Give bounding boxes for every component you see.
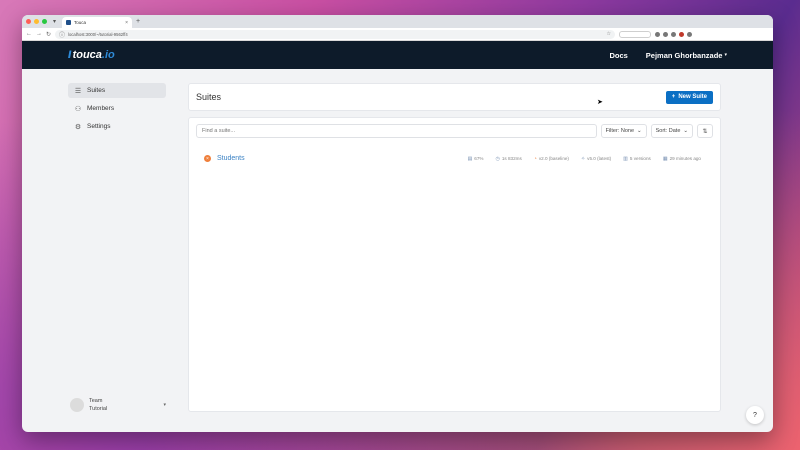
baseline-meta: ◔ v2.0 (baseline)	[533, 155, 569, 162]
sort-order-button[interactable]: ⇅	[697, 124, 713, 138]
latest-meta: ✧ v5.0 (latest)	[580, 155, 612, 162]
mouse-cursor-icon: ➤	[597, 99, 603, 106]
reload-icon[interactable]: ↻	[46, 31, 51, 38]
document-icon: ▤	[467, 155, 473, 162]
baseline-icon: ◔	[533, 155, 537, 162]
page-title: Suites	[196, 92, 222, 102]
filter-row: Filter: None ⌄ Sort: Date ⌄ ⇅	[196, 124, 713, 138]
search-input[interactable]	[196, 124, 597, 138]
menu-icon[interactable]	[687, 31, 693, 37]
chevron-down-icon: ▾	[724, 52, 727, 58]
close-window-button[interactable]	[26, 19, 31, 24]
suites-header: Suites + New Suite	[188, 83, 721, 111]
plus-icon: +	[671, 94, 676, 100]
header-nav: Docs Pejman Ghorbanzade ▾	[609, 51, 727, 60]
sidebar-item-label: Settings	[87, 123, 111, 130]
sidebar-item-settings[interactable]: ⚙ Settings	[68, 119, 166, 134]
suite-list-card: Filter: None ⌄ Sort: Date ⌄ ⇅ × Students	[188, 117, 721, 412]
suite-meta: ▤ 67% ◷ 1s 832ms ◔ v2.0 (baseline) ✧ v5.0 (l…	[468, 156, 713, 162]
address-bar: ← → ↻ ⓘ localhost:3000/~/tutorial-9562ff…	[22, 28, 773, 41]
tab-strip: ▾ Touca × +	[22, 15, 773, 28]
team-switcher[interactable]: Team Tutorial ▾	[70, 397, 166, 413]
new-tab-button[interactable]: +	[136, 18, 140, 25]
sidebar-item-suites[interactable]: ☰ Suites	[68, 83, 166, 98]
app-header: // touca.io Docs Pejman Ghorbanzade ▾	[22, 41, 773, 69]
list-icon: ☰	[74, 87, 82, 95]
browser-tab[interactable]: Touca ×	[62, 17, 133, 28]
window-controls	[26, 19, 47, 24]
sort-dropdown[interactable]: Sort: Date ⌄	[650, 124, 693, 138]
suite-name-link[interactable]: Students	[217, 155, 245, 162]
docs-link[interactable]: Docs	[609, 51, 627, 60]
list-item[interactable]: × Students ▤ 67% ◷ 1s 832ms ◔ v2.0 (baselin…	[196, 155, 713, 162]
sort-label: Sort: Date	[655, 128, 681, 134]
clock-icon: ◷	[495, 155, 500, 162]
chevron-down-icon: ▾	[163, 402, 166, 408]
extension-icon[interactable]	[679, 31, 685, 37]
filter-label: Filter: None	[605, 128, 635, 134]
team-avatar	[70, 398, 84, 412]
versions-icon: ▥	[623, 155, 628, 162]
logo-mark-icon: //	[68, 49, 71, 61]
versions-meta: ▥ 5 versions	[623, 155, 651, 162]
maximize-window-button[interactable]	[42, 19, 47, 24]
back-icon[interactable]: ←	[26, 31, 32, 37]
team-label: Team	[89, 398, 103, 404]
failure-status-icon: ×	[204, 155, 211, 162]
new-suite-label: New Suite	[678, 94, 707, 100]
sidebar-item-label: Suites	[87, 87, 106, 94]
extension-icon[interactable]	[655, 31, 661, 37]
site-info-icon[interactable]: ⓘ	[59, 30, 65, 39]
team-name: Tutorial	[89, 406, 108, 412]
tab-group-icon[interactable]: ▾	[53, 18, 56, 25]
extension-icon[interactable]	[671, 31, 677, 37]
user-name: Pejman Ghorbanzade	[645, 50, 723, 60]
minimize-window-button[interactable]	[34, 19, 39, 24]
url-text: localhost:3000/~/tutorial-9562ff4	[68, 31, 128, 37]
sidebar-item-label: Members	[87, 105, 115, 112]
favicon-icon	[66, 20, 72, 25]
tab-close-icon[interactable]: ×	[125, 20, 128, 26]
forward-icon[interactable]: →	[36, 31, 42, 37]
extension-icon[interactable]	[663, 31, 669, 37]
url-field[interactable]: ⓘ localhost:3000/~/tutorial-9562ff4 ☆	[55, 29, 616, 39]
sort-order-icon: ⇅	[702, 128, 708, 135]
extension-search-field[interactable]	[619, 30, 652, 38]
chevron-down-icon: ⌄	[683, 128, 688, 134]
logo-text: touca.io	[72, 49, 115, 61]
tab-title: Touca	[74, 20, 87, 25]
bookmark-star-icon[interactable]: ☆	[607, 31, 611, 37]
user-menu[interactable]: Pejman Ghorbanzade ▾	[646, 51, 727, 60]
team-info: Team Tutorial	[89, 397, 158, 413]
chevron-down-icon: ⌄	[637, 128, 642, 134]
sidebar-item-members[interactable]: ⚇ Members	[68, 101, 166, 116]
users-icon: ⚇	[74, 105, 82, 113]
score-meta: ▤ 67%	[467, 155, 484, 162]
calendar-icon: ▦	[662, 155, 668, 162]
help-button[interactable]: ?	[746, 406, 764, 424]
gear-icon: ⚙	[74, 123, 82, 131]
app-body: ☰ Suites ⚇ Members ⚙ Settings Team Tutor…	[22, 69, 773, 431]
sidebar: ☰ Suites ⚇ Members ⚙ Settings	[68, 83, 166, 137]
new-suite-button[interactable]: + New Suite	[665, 90, 713, 104]
latest-icon: ✧	[580, 155, 586, 162]
extension-icons	[655, 31, 693, 37]
touca-logo[interactable]: // touca.io	[68, 49, 115, 61]
filter-dropdown[interactable]: Filter: None ⌄	[600, 124, 647, 138]
duration-meta: ◷ 1s 832ms	[495, 155, 522, 162]
browser-window: ▾ Touca × + ← → ↻ ⓘ localhost:3000/~/tut…	[22, 15, 773, 432]
updated-meta: ▦ 29 minutes ago	[662, 155, 701, 162]
main-content: Suites + New Suite Filter: None ⌄ Sort: …	[188, 83, 721, 412]
